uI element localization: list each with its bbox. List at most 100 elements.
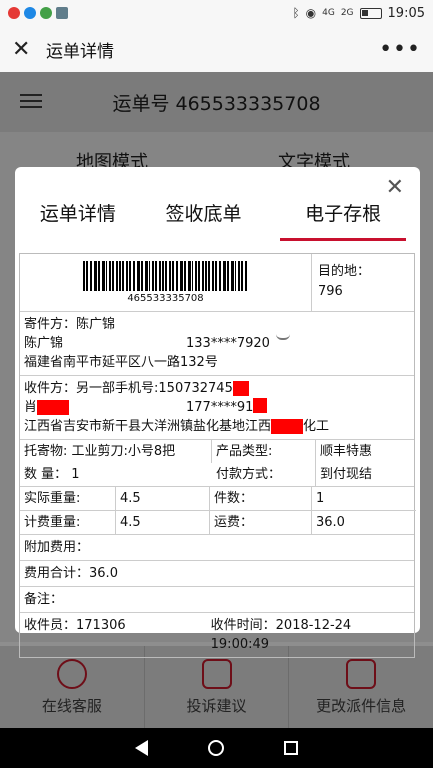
pieces-value: 1	[312, 487, 416, 511]
total-fee-label: 费用合计：	[24, 566, 90, 581]
barcode-bar	[184, 261, 186, 291]
headset-icon	[56, 658, 87, 689]
hide-eye-icon[interactable]	[275, 334, 290, 340]
product-type-label: 产品类型:	[212, 440, 316, 463]
box-icon	[346, 658, 377, 689]
app-icon	[24, 7, 36, 19]
freight-label: 运费：	[210, 511, 312, 534]
page-title: 运单详情	[46, 41, 114, 62]
barcode-bar	[141, 261, 143, 291]
waybill-stub: 465533335708 目的地： 796 寄件方：陈广锦 陈广锦 133***…	[19, 253, 416, 658]
complaint-button[interactable]: 投诉建议	[145, 646, 290, 728]
system-nav-bar	[0, 728, 433, 768]
barcode-bar	[126, 261, 128, 291]
barcode-bar	[188, 261, 191, 291]
modal-tabs: 运单详情 签收底单 电子存根	[15, 189, 420, 241]
freight-value: 36.0	[316, 515, 345, 530]
recent-apps-icon[interactable]	[284, 741, 298, 755]
bluetooth-icon: ᛒ	[292, 6, 300, 20]
redaction	[37, 400, 70, 415]
courier-row: 收件员：171306 收件时间：2018-12-24 19:00:49	[20, 613, 414, 657]
payment-label: 付款方式：	[212, 463, 316, 486]
barcode-bar	[231, 261, 234, 291]
waybill-header: 运单号 465533335708	[0, 72, 433, 132]
barcode-bar	[198, 261, 200, 291]
tab-electronic-stub[interactable]: 电子存根	[280, 189, 407, 241]
courier-value: 171306	[76, 618, 126, 633]
barcode-bar	[83, 261, 85, 291]
receiver-section: 收件方：另一部手机号:150732745 肖 177****91 江西省吉安市新…	[20, 376, 414, 440]
pickup-time-label: 收件时间：	[210, 618, 276, 633]
barcode	[83, 261, 248, 291]
pieces-label: 件数：	[210, 487, 312, 511]
total-fee-row: 费用合计：36.0	[20, 561, 414, 587]
actual-weight-value: 4.5	[116, 487, 210, 511]
barcode-bar	[122, 261, 124, 291]
wifi-share-icon	[40, 7, 52, 19]
barcode-bar	[102, 261, 105, 291]
barcode-number: 465533335708	[127, 293, 204, 304]
redaction	[271, 419, 304, 434]
close-icon[interactable]: ✕	[12, 37, 40, 62]
signal-4g: 4G	[322, 8, 335, 18]
more-icon[interactable]: •••	[379, 37, 421, 62]
barcode-bar	[106, 261, 107, 291]
barcode-bar	[215, 261, 217, 291]
sender-contact: 陈广锦	[24, 336, 64, 351]
receiver-address: 江西省吉安市新干县大洋洲镇盐化基地江西	[24, 419, 272, 434]
remark-row: 备注：	[20, 587, 414, 613]
sender-phone: 133****7920	[186, 336, 270, 351]
courier-label: 收件员：	[24, 618, 77, 633]
home-icon[interactable]	[208, 740, 224, 756]
barcode-bar	[245, 261, 247, 291]
barcode-bar	[223, 261, 226, 291]
goods-value: 工业剪刀:小号8把	[71, 444, 176, 459]
gallery-icon	[56, 7, 68, 19]
tab-waybill-details[interactable]: 运单详情	[15, 189, 141, 241]
barcode-bar	[176, 261, 178, 291]
barcode-bar	[165, 261, 167, 291]
change-delivery-button[interactable]: 更改派件信息	[289, 646, 433, 728]
total-fee-value: 36.0	[89, 566, 118, 581]
receiver-phone-note: 另一部手机号:150732745	[76, 381, 233, 396]
barcode-bar	[212, 261, 214, 291]
redaction	[253, 398, 268, 413]
weight-section: 实际重量: 4.5 件数： 1 计费重量: 4.5 运费： 36.0	[20, 487, 416, 535]
barcode-bar	[116, 261, 118, 291]
product-type-value: 顺丰特惠	[320, 444, 373, 459]
barcode-bar	[227, 261, 229, 291]
barcode-bar	[137, 261, 140, 291]
sender-name: 陈广锦	[76, 317, 116, 332]
actual-weight-label: 实际重量:	[20, 487, 116, 511]
destination-value: 796	[318, 284, 343, 299]
signal-2g: 2G	[340, 8, 354, 18]
barcode-bar	[86, 261, 88, 291]
sender-label: 寄件方：	[24, 317, 77, 332]
barcode-bar	[149, 261, 150, 291]
receiver-label: 收件方：	[24, 381, 77, 396]
barcode-bar	[94, 261, 97, 291]
status-bar: ᛒ ◉ 4G 2G 19:05	[0, 0, 433, 26]
barcode-bar	[129, 261, 131, 291]
receiver-name: 肖	[24, 400, 38, 415]
edit-icon	[201, 658, 232, 689]
online-service-button[interactable]: 在线客服	[0, 646, 145, 728]
receiver-address-suffix: 化工	[303, 419, 330, 434]
barcode-bar	[119, 261, 121, 291]
back-icon[interactable]	[135, 740, 148, 756]
redaction	[232, 381, 249, 396]
barcode-bar	[172, 261, 174, 291]
barcode-bar	[238, 261, 240, 291]
barcode-bar	[202, 261, 204, 291]
sender-address: 福建省南平市延平区八一路132号	[24, 355, 218, 370]
sender-section: 寄件方：陈广锦 陈广锦 133****7920 福建省南平市延平区八一路132号	[20, 312, 414, 376]
barcode-bar	[169, 261, 171, 291]
barcode-row: 465533335708 目的地： 796	[20, 254, 414, 312]
barcode-bar	[235, 261, 236, 291]
tab-signature-receipt[interactable]: 签收底单	[141, 189, 267, 241]
barcode-bar	[192, 261, 193, 291]
receiver-phone: 177****91	[186, 400, 254, 415]
barcode-bar	[241, 261, 243, 291]
billed-weight-value: 4.5	[116, 511, 210, 534]
barcode-bar	[219, 261, 221, 291]
